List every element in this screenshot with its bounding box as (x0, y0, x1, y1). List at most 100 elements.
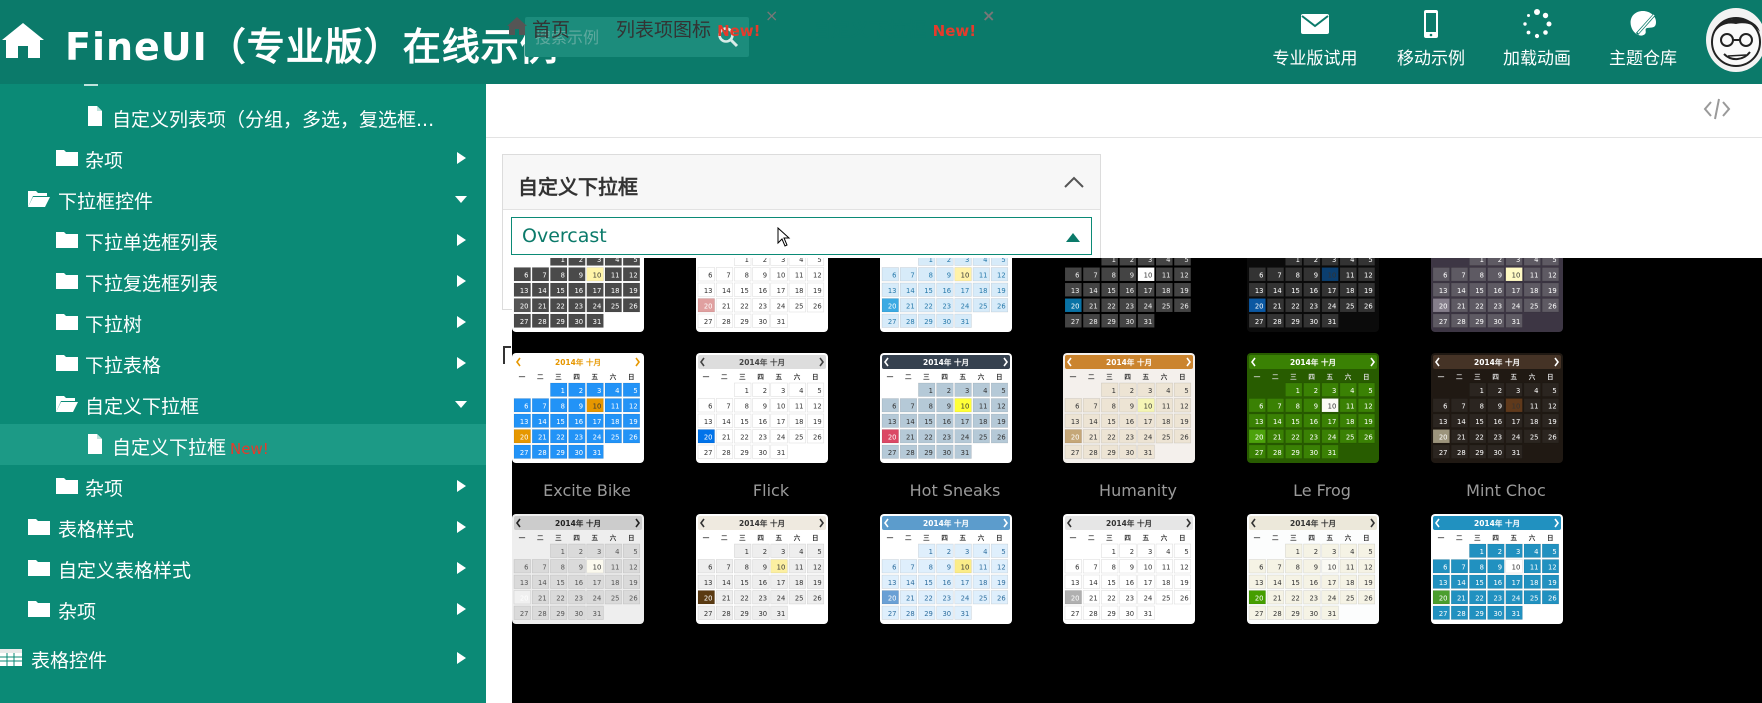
loading-animation-label: 加载动画 (1503, 49, 1571, 69)
calendar-day-number: 18 (795, 418, 804, 426)
calendar-day-number: 11 (1162, 272, 1171, 280)
theme-option[interactable]: 2014年 十月一二三四五六日1234567891011121314151617… (874, 353, 1024, 533)
weekday-label: 一 (1438, 534, 1445, 542)
theme-option[interactable]: 2014年 十月一二三四五六日1234567891011121314151617… (1425, 514, 1575, 694)
calendar-day-number: 1 (929, 548, 933, 556)
mouse-pointer-icon (777, 227, 791, 247)
calendar-day-number: 8 (1296, 272, 1300, 280)
theme-option[interactable]: 2014年 十月一二三四五六日1234567891011121314151617… (690, 514, 840, 694)
sidebar-item-dropdown-grid[interactable]: 下拉表格 (0, 342, 486, 383)
theme-gallery-button[interactable]: 主题仓库 (1588, 0, 1698, 84)
weekday-label: 四 (1492, 373, 1499, 381)
sidebar-item-grid-style[interactable]: 表格样式 (0, 506, 486, 547)
calendar-day-number: 7 (542, 272, 546, 280)
pro-trial-button[interactable]: 专业版试用 (1254, 0, 1376, 84)
sidebar-item-custom-dropdown[interactable]: 自定义下拉框 New! (0, 424, 486, 465)
calendar-day-number: 22 (1107, 303, 1116, 311)
calendar-day-number: 19 (1180, 579, 1189, 587)
tab-close-icon[interactable]: × (765, 6, 778, 25)
calendar-day-number: 17 (1144, 579, 1153, 587)
home-icon[interactable] (0, 20, 46, 60)
calendar-day-number: 2 (763, 387, 767, 395)
calendar-day-number: 11 (1530, 272, 1539, 280)
calendar-preview: 2014年 十月一二三四五六日1234567891011121314151617… (1431, 353, 1563, 463)
calendar-day-number: 23 (758, 303, 767, 311)
calendar-day-number: 13 (520, 579, 529, 587)
theme-option[interactable]: 2014年 十月一二三四五六日1234567891011121314151617… (1241, 353, 1391, 533)
theme-option[interactable]: 2014年 十月一二三四五六日1234567891011121314151617… (1057, 353, 1207, 533)
calendar-day-number: 28 (1089, 449, 1098, 457)
calendar-day-number: 17 (961, 287, 970, 295)
calendar-day-number: 28 (722, 318, 731, 326)
calendar-day-number: 30 (574, 610, 583, 618)
theme-option[interactable]: 2014年 十月一二三四五六日1234567891011121314151617… (1057, 514, 1207, 694)
sidebar-item-custom-grid-style[interactable]: 自定义表格样式 (0, 547, 486, 588)
calendar-day-number: 27 (888, 318, 897, 326)
tab-home[interactable]: 首页 (506, 0, 606, 54)
calendar-day-number: 7 (910, 272, 914, 280)
theme-option[interactable]: 2014年 十月一二三四五六日1234567891011121314151617… (1425, 353, 1575, 533)
theme-option[interactable]: 2014年 十月一二三四五六日1234567891011121314151617… (512, 514, 656, 694)
source-code-icon[interactable] (1703, 96, 1731, 122)
mobile-demo-button[interactable]: 移动示例 (1376, 0, 1486, 84)
calendar-day-number: 23 (758, 595, 767, 603)
calendar-day-number: 22 (1475, 434, 1484, 442)
calendar-preview: 2014年 十月一二三四五六日1234567891011121314151617… (512, 258, 644, 332)
calendar-day-number: 17 (777, 287, 786, 295)
calendar-preview: 2014年 十月一二三四五六日1234567891011121314151617… (512, 514, 644, 624)
calendar-day-number: 22 (1291, 595, 1300, 603)
calendar-day-number: 12 (997, 403, 1006, 411)
sidebar-item-custom-dropdown-folder[interactable]: 自定义下拉框 (0, 383, 486, 424)
tab-custom-dropdown[interactable]: 自定义下拉框 New! × (792, 0, 1005, 54)
calendar-day-number: 2 (1314, 387, 1318, 395)
calendar-day-number: 11 (611, 403, 620, 411)
loading-animation-button[interactable]: 加载动画 (1486, 0, 1588, 84)
calendar-day-number: 15 (1291, 287, 1300, 295)
caret-up-icon[interactable] (1065, 231, 1081, 243)
sidebar-item-dropdown-controls[interactable]: 下拉框控件 (0, 178, 486, 219)
tab-list-item-icons[interactable]: 列表项图标 New! × (616, 0, 791, 54)
calendar-day-number: 4 (615, 258, 619, 264)
sidebar-item-dropdown-tree[interactable]: 下拉树 (0, 301, 486, 342)
calendar-day-number: 29 (1107, 610, 1116, 618)
calendar-day-number: 16 (758, 287, 767, 295)
sidebar-item-dropdown-radio-list[interactable]: 下拉单选框列表 (0, 219, 486, 260)
custom-dropdown-trigger[interactable]: Overcast (511, 217, 1092, 255)
theme-option[interactable]: 2014年 十月一二三四五六日1234567891011121314151617… (1241, 514, 1391, 694)
calendar-day-number: 7 (726, 564, 730, 572)
weekday-label: 日 (1363, 534, 1370, 542)
calendar-day-number: 31 (593, 318, 602, 326)
weekday-label: 五 (960, 534, 967, 542)
sidebar-item-dropdown-checkbox-list[interactable]: 下拉复选框列表 (0, 260, 486, 301)
calendar-preview: 2014年 十月一二三四五六日1234567891011121314151617… (880, 353, 1012, 463)
sidebar-item-misc-2[interactable]: 杂项 (0, 465, 486, 506)
sidebar-item-custom-list-item[interactable]: 自定义列表项（分组，多选，复选框... (0, 96, 486, 137)
calendar-day-number: 14 (1089, 579, 1098, 587)
calendar-day-number: 26 (813, 434, 822, 442)
weekday-label: 日 (996, 373, 1003, 381)
calendar-day-number: 21 (538, 434, 547, 442)
calendar-day-number: 16 (758, 418, 767, 426)
calendar-day-number: 11 (795, 403, 804, 411)
calendar-day-number: 24 (1144, 303, 1153, 311)
sidebar-item-misc-3[interactable]: 杂项 (0, 588, 486, 629)
calendar-day-number: 6 (1443, 564, 1447, 572)
calendar-day-number: 13 (1071, 418, 1080, 426)
calendar-day-number: 18 (611, 418, 620, 426)
caret-right-icon (457, 152, 466, 164)
chevron-up-icon[interactable] (1063, 172, 1085, 192)
theme-option[interactable]: 2014年 十月一二三四五六日1234567891011121314151617… (874, 514, 1024, 694)
theme-name: Mint Choc (1466, 481, 1546, 500)
theme-option[interactable]: 2014年 十月一二三四五六日1234567891011121314151617… (690, 353, 840, 533)
tab-close-icon[interactable]: × (982, 6, 995, 25)
sidebar-item-misc[interactable]: 杂项 (0, 137, 486, 178)
calendar-day-number: 15 (1291, 418, 1300, 426)
avatar[interactable] (1706, 8, 1762, 72)
calendar-day-number: 2 (1314, 548, 1318, 556)
calendar-day-number: 13 (1439, 579, 1448, 587)
theme-option[interactable]: 2014年 十月一二三四五六日1234567891011121314151617… (512, 353, 656, 533)
calendar-day-number: 7 (1093, 272, 1097, 280)
calendar-day-number: 23 (942, 303, 951, 311)
sidebar-item-grid-controls[interactable]: 表格控件 (0, 637, 486, 678)
calendar-day-number: 7 (1093, 564, 1097, 572)
